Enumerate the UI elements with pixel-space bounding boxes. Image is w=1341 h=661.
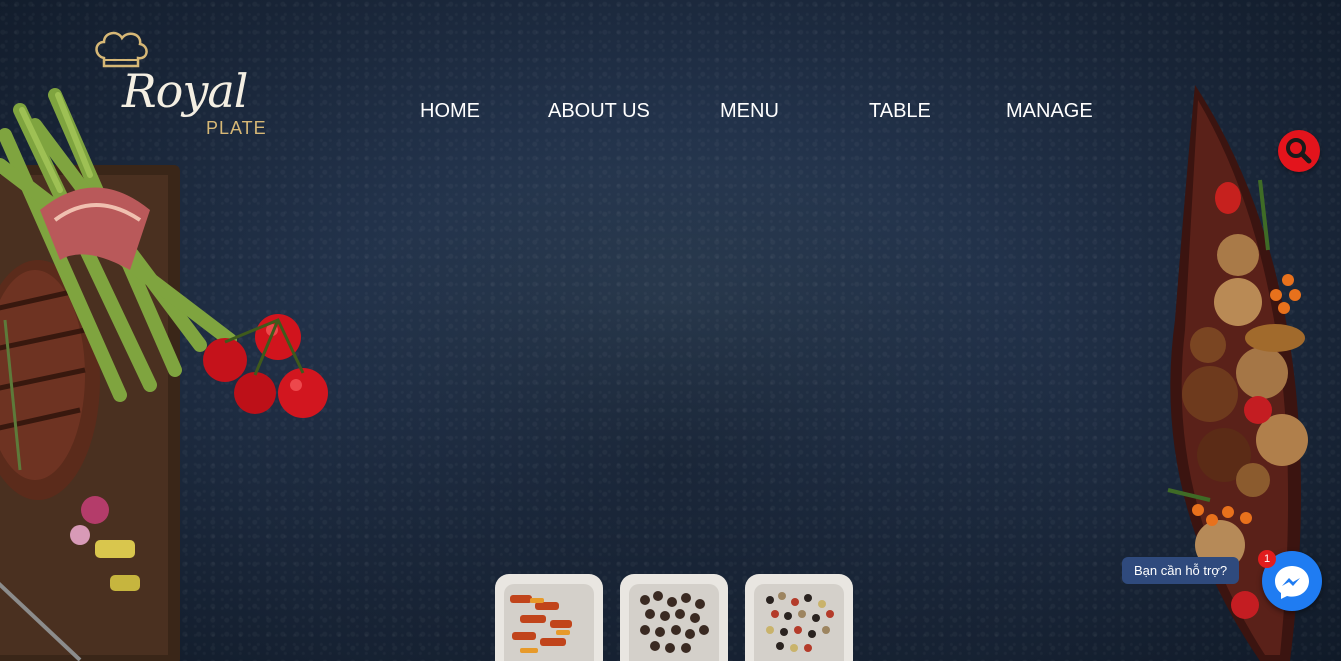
hero-section: Royal PLATE HOME ABOUT US MENU TABLE MAN… xyxy=(0,0,1341,661)
steak-board-image xyxy=(0,88,328,661)
search-button[interactable] xyxy=(1278,130,1320,172)
unread-badge: 1 xyxy=(1258,550,1276,568)
chat-support-prompt[interactable]: Bạn cần hỗ trợ? xyxy=(1122,557,1240,584)
main-navigation: HOME ABOUT US MENU TABLE MANAGE xyxy=(0,100,1341,126)
spice-bowls-image xyxy=(495,574,853,661)
nav-item-home[interactable]: HOME xyxy=(420,100,480,123)
nav-item-table[interactable]: TABLE xyxy=(869,100,931,123)
nav-item-manage[interactable]: MANAGE xyxy=(1006,100,1093,123)
nav-item-menu[interactable]: MENU xyxy=(720,100,779,123)
search-icon xyxy=(1286,138,1312,164)
nav-item-about-us[interactable]: ABOUT US xyxy=(548,100,650,123)
